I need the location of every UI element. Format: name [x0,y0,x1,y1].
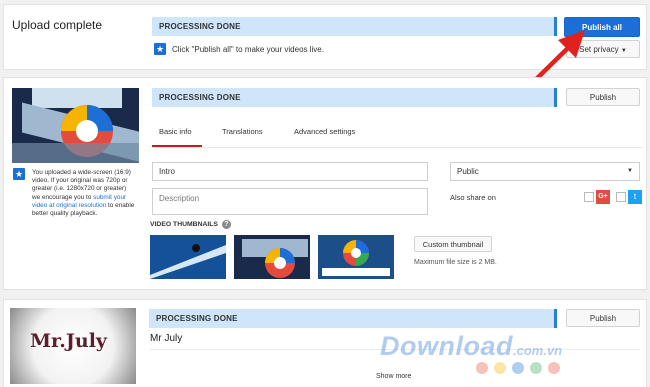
thumbnails-label-text: VIDEO THUMBNAILS [150,221,218,228]
tab-divider [152,147,642,148]
processing-status-bar: PROCESSING DONE [152,88,557,107]
watermark-dot [476,362,488,374]
info-star-icon: ★ [13,168,25,180]
download-watermark: Download.com.vn [380,331,562,362]
visibility-value: Public [457,167,479,176]
visibility-select[interactable]: Public ▼ [450,162,640,181]
thumbnail-option-1[interactable] [150,235,226,279]
show-more-link[interactable]: Show more [376,373,411,380]
video-preview-thumbnail[interactable]: Mr.July [10,308,136,384]
publish-all-hint: Click "Publish all" to make your videos … [172,45,324,54]
watermark-dot [512,362,524,374]
title-input[interactable]: Intro [152,162,428,181]
set-privacy-label: Set privacy [579,45,619,54]
also-share-on-label: Also share on [450,193,496,202]
mr-july-thumb-text: Mr.July [30,330,107,352]
tab-basic-info[interactable]: Basic info [159,127,192,136]
thumbnail-option-2[interactable] [234,235,310,279]
video-thumbnails-label: VIDEO THUMBNAILS ? [150,220,231,229]
thumbnail-option-3[interactable] [318,235,394,279]
publish-button[interactable]: Publish [566,88,640,106]
preview-art [12,88,139,163]
watermark-text: Download [380,331,513,361]
upload-complete-title: Upload complete [12,18,103,32]
google-plus-checkbox[interactable] [584,192,594,202]
watermark-dot [548,362,560,374]
help-icon[interactable]: ? [221,220,231,229]
custom-thumbnail-button[interactable]: Custom thumbnail [414,236,492,252]
watermark-suffix: .com.vn [513,343,563,358]
max-file-size-note: Maximum file size is 2 MB. [414,259,497,266]
publish-all-button[interactable]: Publish all [564,17,640,37]
twitter-checkbox[interactable] [616,192,626,202]
caret-down-icon: ▼ [620,48,627,54]
tab-advanced-settings[interactable]: Advanced settings [294,127,355,136]
video-title: Mr July [150,333,183,344]
thumb-art-1 [150,235,226,279]
caret-down-icon: ▼ [627,168,633,174]
watermark-dot [494,362,506,374]
google-plus-icon: G+ [596,190,610,204]
upload-summary-card: Upload complete PROCESSING DONE Publish … [3,4,647,70]
watermark-dots [476,362,576,376]
set-privacy-button[interactable]: Set privacy ▼ [566,40,640,58]
watermark-dot [530,362,542,374]
processing-status-bar: PROCESSING DONE [152,17,557,36]
publish-button[interactable]: Publish [566,309,640,327]
twitter-icon: t [628,190,642,204]
thumb-art-3 [318,235,394,279]
thumb-art-2 [234,235,310,279]
video-preview-thumbnail[interactable] [12,88,139,163]
processing-status-bar: PROCESSING DONE [149,309,557,328]
star-icon: ★ [154,43,166,55]
tab-translations[interactable]: Translations [222,127,263,136]
description-input[interactable]: Description [152,188,428,215]
widescreen-notice: You uploaded a wide-screen (16:9) video.… [32,169,136,218]
video-card-intro: ★ You uploaded a wide-screen (16:9) vide… [3,77,647,290]
